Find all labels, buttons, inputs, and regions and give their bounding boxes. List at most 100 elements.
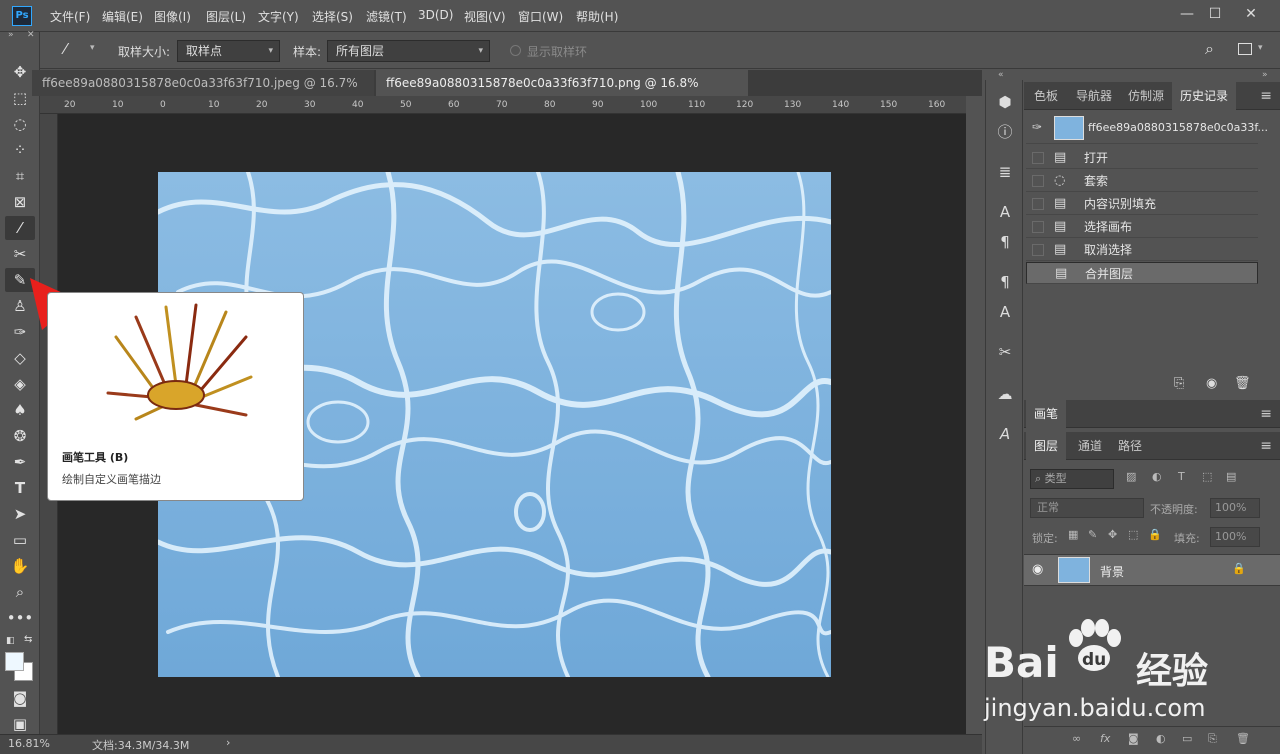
panel-menu-icon[interactable]: ≡ <box>1260 432 1272 460</box>
move-tool-icon[interactable]: ✥ <box>5 60 35 84</box>
tab-brushes[interactable]: 画笔 <box>1026 400 1067 428</box>
layer-fx-icon[interactable]: fx <box>1100 732 1110 745</box>
path-select-tool-icon[interactable]: ➤ <box>5 502 35 526</box>
lock-transparent-icon[interactable]: ▦ <box>1068 528 1078 541</box>
show-ring-checkbox[interactable] <box>510 45 521 56</box>
menu-image[interactable]: 图像(I) <box>154 8 191 25</box>
tab-clone-source[interactable]: 仿制源 <box>1120 82 1172 110</box>
camera-icon[interactable]: ◉ <box>1206 376 1217 391</box>
link-layers-icon[interactable]: ∞ <box>1072 732 1081 745</box>
menu-filter[interactable]: 滤镜(T) <box>366 8 407 25</box>
glyphs-icon[interactable]: A <box>992 422 1018 446</box>
filter-pixel-icon[interactable]: ▨ <box>1126 470 1136 483</box>
restore-button[interactable]: ☐ <box>1202 4 1228 24</box>
hand-tool-icon[interactable]: ✋ <box>5 554 35 578</box>
collapse-icon[interactable]: « <box>998 70 1004 80</box>
filter-smart-object-icon[interactable]: ▤ <box>1226 470 1236 483</box>
tab-navigator[interactable]: 导航器 <box>1068 82 1120 110</box>
quick-select-tool-icon[interactable]: ⁘ <box>5 138 35 162</box>
filter-adjustment-icon[interactable]: ◐ <box>1152 470 1162 483</box>
sample-select[interactable]: 所有图层 ▾ <box>327 40 490 62</box>
menu-file[interactable]: 文件(F) <box>50 8 90 25</box>
type-tool-icon[interactable]: T <box>5 476 35 500</box>
menu-help[interactable]: 帮助(H) <box>576 8 618 25</box>
adjustment-layer-icon[interactable]: ◐ <box>1156 732 1166 745</box>
zoom-tool-icon[interactable]: ⌕ <box>5 580 35 604</box>
close-window-button[interactable]: ✕ <box>1238 4 1264 24</box>
collapse-icon[interactable]: » <box>8 30 14 40</box>
tab-history[interactable]: 历史记录 <box>1172 82 1237 110</box>
cloud-libraries-icon[interactable]: ☁ <box>992 382 1018 406</box>
panel-menu-icon[interactable]: ≡ <box>1260 82 1272 110</box>
menu-select[interactable]: 选择(S) <box>312 8 353 25</box>
default-colors-icon[interactable]: ◧ <box>6 636 15 646</box>
screen-mode-icon[interactable]: ▣ <box>5 712 35 736</box>
workspace-icon[interactable] <box>1238 43 1252 55</box>
shape-tool-icon[interactable]: ▭ <box>5 528 35 552</box>
close-icon[interactable]: ✕ <box>27 30 35 40</box>
fill-input[interactable]: 100% <box>1210 527 1260 547</box>
more-tools-icon[interactable]: ••• <box>5 606 35 630</box>
menu-edit[interactable]: 编辑(E) <box>102 8 143 25</box>
lock-position-icon[interactable]: ✥ <box>1108 528 1117 541</box>
trash-icon[interactable]: 🗑 <box>1236 732 1250 745</box>
healing-tool-icon[interactable]: ✂ <box>5 242 35 266</box>
tab-jpeg[interactable]: ff6ee89a0880315878e0c0a33f63f710.jpeg @ … <box>32 70 374 116</box>
collapse-icon[interactable]: » <box>1262 70 1268 80</box>
new-layer-icon[interactable]: ⎘ <box>1208 732 1217 746</box>
status-arrow[interactable]: › <box>226 736 230 749</box>
layer-row-background[interactable]: ◉ 背景 🔒 <box>1024 554 1280 586</box>
tab-paths[interactable]: 路径 <box>1110 432 1150 460</box>
character-icon[interactable]: A <box>992 200 1018 224</box>
lock-artboard-icon[interactable]: ⬚ <box>1128 528 1138 541</box>
crop-tool-icon[interactable]: ⌗ <box>5 164 35 188</box>
chevron-down-icon[interactable]: ▾ <box>90 43 95 53</box>
marquee-tool-icon[interactable]: ⬚ <box>5 86 35 110</box>
tools-icon[interactable]: ✂ <box>992 340 1018 364</box>
eyedropper-icon[interactable]: ⁄ <box>64 40 67 58</box>
tab-layers[interactable]: 图层 <box>1026 432 1067 460</box>
lock-pixels-icon[interactable]: ✎ <box>1088 528 1097 541</box>
menu-type[interactable]: 文字(Y) <box>258 8 299 25</box>
tab-png[interactable]: ff6ee89a0880315878e0c0a33f63f710.png @ 1… <box>376 70 748 116</box>
history-item[interactable]: ▤ 内容识别填充 <box>1026 193 1258 215</box>
pen-tool-icon[interactable]: ✒ <box>5 450 35 474</box>
blend-mode-select[interactable]: 正常 <box>1030 498 1144 518</box>
history-item[interactable]: ▤ 取消选择 <box>1026 239 1258 261</box>
menu-view[interactable]: 视图(V) <box>464 8 506 25</box>
search-icon[interactable]: ⌕ <box>1205 39 1214 59</box>
layer-filter-select[interactable]: ⌕ 类型 <box>1030 469 1114 489</box>
new-group-icon[interactable]: ▭ <box>1182 732 1192 745</box>
history-item[interactable]: ◌ 套索 <box>1026 170 1258 192</box>
foreground-color-swatch[interactable] <box>5 652 24 671</box>
menu-3d[interactable]: 3D(D) <box>418 8 453 22</box>
history-item-selected[interactable]: ▤ 合并图层 <box>1026 262 1258 284</box>
lock-all-icon[interactable]: 🔒 <box>1148 528 1162 541</box>
dodge-tool-icon[interactable]: ❂ <box>5 424 35 448</box>
frame-tool-icon[interactable]: ⊠ <box>5 190 35 214</box>
tab-channels[interactable]: 通道 <box>1070 432 1110 460</box>
3d-icon[interactable]: ⬢ <box>992 90 1018 114</box>
chevron-down-icon[interactable]: ▾ <box>1258 43 1263 53</box>
history-item[interactable]: ▤ 打开 <box>1026 147 1258 169</box>
swap-colors-icon[interactable]: ⇆ <box>24 634 32 645</box>
opacity-input[interactable]: 100% <box>1210 498 1260 518</box>
filter-type-icon[interactable]: T <box>1178 470 1185 483</box>
lasso-tool-icon[interactable]: ◌ <box>5 112 35 136</box>
paragraph-styles-icon[interactable]: ¶ <box>992 270 1018 294</box>
zoom-level[interactable]: 16.81% <box>8 737 50 750</box>
brush-settings-icon[interactable]: ≣ <box>992 160 1018 184</box>
menu-layer[interactable]: 图层(L) <box>206 8 246 25</box>
character-styles-icon[interactable]: A <box>992 300 1018 324</box>
eye-icon[interactable]: ◉ <box>1032 562 1043 577</box>
menu-window[interactable]: 窗口(W) <box>518 8 563 25</box>
new-document-icon[interactable]: ⎘ <box>1174 376 1184 391</box>
info-icon[interactable]: ⓘ <box>992 120 1018 144</box>
history-brush-icon[interactable]: ✑ <box>1032 120 1042 134</box>
history-snapshot[interactable]: ✑ ff6ee89a0880315878e0c0a33f... <box>1026 112 1268 144</box>
paragraph-icon[interactable]: ¶ <box>992 230 1018 254</box>
trash-icon[interactable]: 🗑 <box>1234 376 1251 391</box>
tab-swatches[interactable]: 色板 <box>1026 82 1066 110</box>
sample-size-select[interactable]: 取样点 ▾ <box>177 40 280 62</box>
filter-shape-icon[interactable]: ⬚ <box>1202 470 1212 483</box>
